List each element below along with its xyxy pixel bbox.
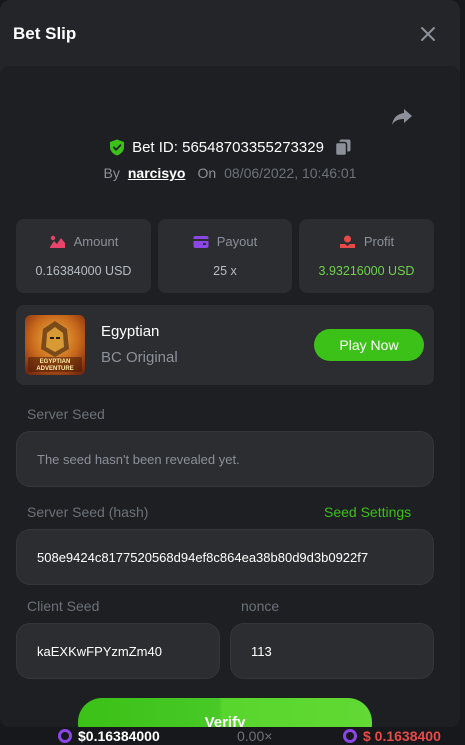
bet-id-row: Bet ID: 56548703355273329 (0, 136, 460, 158)
stat-profit-value: 3.93216000 USD (318, 264, 415, 278)
share-icon[interactable] (390, 107, 414, 127)
stat-profit: Profit 3.93216000 USD (299, 219, 434, 293)
seed-settings-link[interactable]: Seed Settings (324, 504, 411, 520)
by-label: By (103, 165, 120, 181)
modal-title: Bet Slip (13, 24, 77, 43)
game-subtitle: BC Original (101, 349, 178, 366)
client-seed-field[interactable]: kaEXKwFPYzmZm40 (16, 623, 220, 679)
bottom-bar: $0.16384000 0.00× $ 0.1638400 (0, 727, 465, 745)
stat-payout-value: 25 x (213, 264, 237, 278)
stat-amount-label: Amount (73, 234, 119, 249)
bet-author-row: By narcisyo On 08/06/2022, 10:46:01 (0, 163, 460, 183)
server-seed-label: Server Seed (27, 406, 105, 422)
coin-icon (343, 729, 357, 743)
stat-profit-label: Profit (363, 234, 395, 249)
game-name: Egyptian (101, 323, 160, 340)
stat-payout-label: Payout (216, 234, 258, 249)
play-now-button[interactable]: Play Now (314, 329, 424, 361)
nonce-field[interactable]: 113 (230, 623, 434, 679)
verify-button[interactable]: Verify (78, 698, 372, 727)
shield-check-icon (110, 139, 125, 155)
server-seed-hash-label: Server Seed (hash) (27, 504, 149, 520)
client-seed-label: Client Seed (27, 598, 100, 614)
game-thumbnail-text: EGYPTIAN ADVENTURE (36, 359, 74, 372)
stat-amount-value: 0.16384000 USD (35, 264, 132, 278)
user-link[interactable]: narcisyo (128, 165, 186, 181)
bet-id-text: Bet ID: 56548703355273329 (132, 138, 324, 156)
copy-icon[interactable] (334, 139, 351, 156)
profit-icon (339, 235, 355, 248)
server-seed-hash-field[interactable]: 508e9424c8177520568d94ef8c864ea38b80d9d3… (16, 529, 434, 585)
amount-icon (49, 235, 65, 248)
bottom-balance: $0.16384000 (58, 728, 160, 744)
bottom-balance-2-value: $ 0.1638400 (363, 728, 441, 744)
bottom-balance-2: $ 0.1638400 (343, 728, 441, 744)
bet-slip-modal: Bet Slip Bet ID: 56548703355273329 By na… (0, 0, 460, 727)
game-card: EGYPTIAN ADVENTURE Egyptian BC Original … (16, 305, 434, 385)
server-seed-field[interactable]: The seed hasn't been revealed yet. (16, 431, 434, 487)
bottom-multiplier: 0.00× (237, 728, 272, 744)
bet-date: 08/06/2022, 10:46:01 (224, 165, 357, 181)
on-label: On (197, 165, 217, 181)
game-thumbnail[interactable]: EGYPTIAN ADVENTURE (25, 315, 85, 375)
nonce-label: nonce (241, 598, 280, 614)
coin-icon (58, 729, 72, 743)
stat-payout: Payout 25 x (158, 219, 292, 293)
stat-amount: Amount 0.16384000 USD (16, 219, 151, 293)
bottom-balance-value: $0.16384000 (78, 728, 160, 744)
modal-header: Bet Slip (0, 0, 460, 66)
bottom-multiplier-value: 0.00× (237, 728, 273, 744)
close-icon[interactable] (419, 25, 437, 43)
payout-icon (193, 235, 209, 248)
